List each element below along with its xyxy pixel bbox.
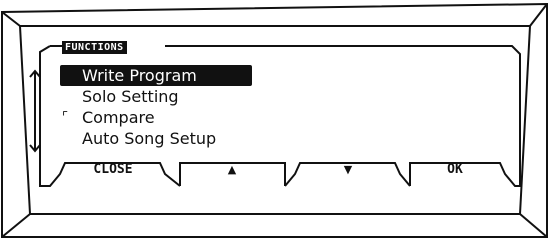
up-arrow-button[interactable]: ▲ <box>182 162 282 178</box>
menu-item-label: Compare <box>82 108 155 127</box>
ok-button[interactable]: OK <box>410 162 500 178</box>
functions-menu: Write Program Solo Setting ⌜ Compare Aut… <box>60 65 280 149</box>
menu-item-auto-song-setup[interactable]: Auto Song Setup <box>60 128 280 149</box>
checkbox-icon: ⌜ <box>62 110 69 125</box>
menu-item-label: Solo Setting <box>82 87 179 106</box>
down-arrow-button[interactable]: ▼ <box>298 162 398 178</box>
menu-item-solo-setting[interactable]: Solo Setting <box>60 86 280 107</box>
menu-item-label: Write Program <box>82 66 197 85</box>
menu-item-compare[interactable]: ⌜ Compare <box>60 107 280 128</box>
scroll-updown-icon <box>29 69 41 153</box>
functions-header: FUNCTIONS <box>62 41 127 54</box>
menu-item-label: Auto Song Setup <box>82 129 217 148</box>
close-button[interactable]: CLOSE <box>68 162 158 178</box>
menu-item-write-program[interactable]: Write Program <box>60 65 252 86</box>
